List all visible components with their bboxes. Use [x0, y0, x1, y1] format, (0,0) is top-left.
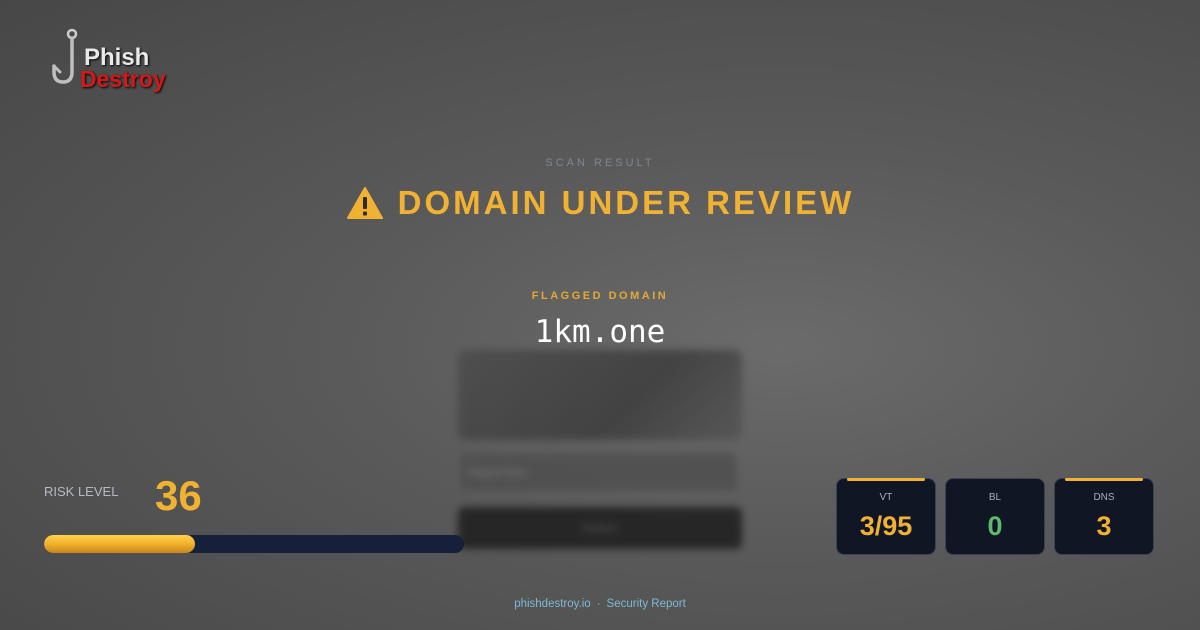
logo-word-destroy: Destroy: [80, 66, 166, 92]
stat-card-dns: DNS 3: [1054, 478, 1154, 555]
stat-card-accent: [847, 478, 925, 481]
preview-input: Report form: [458, 452, 738, 492]
scan-result-label: SCAN RESULT: [545, 157, 655, 169]
risk-level-label: RISK LEVEL: [44, 484, 119, 499]
warning-icon: [346, 187, 383, 219]
footer-separator: ·: [596, 598, 601, 610]
stat-value: 3: [1096, 511, 1112, 541]
footer: phishdestroy.io · Security Report: [0, 598, 1200, 610]
risk-level-value: 36: [155, 472, 202, 519]
stat-value: 0: [987, 511, 1003, 541]
stat-card-accent: [1065, 478, 1143, 481]
scan-headline: DOMAIN UNDER REVIEW: [0, 184, 1200, 222]
blurred-page-preview: Report form Button: [440, 340, 760, 570]
headline-text: DOMAIN UNDER REVIEW: [397, 184, 855, 221]
stat-card-vt: VT 3/95: [836, 478, 936, 555]
risk-level-bar-fill: [44, 535, 196, 553]
footer-report-link[interactable]: Security Report: [607, 598, 686, 610]
stat-name: DNS: [1093, 492, 1115, 503]
preview-button: Button: [458, 507, 742, 549]
preview-image: [458, 350, 742, 440]
stat-name: VT: [879, 492, 893, 503]
stats-panel: VT 3/95 BL 0 DNS 3: [836, 478, 1154, 555]
stat-name: BL: [988, 492, 1002, 503]
flagged-domain-label: FLAGGED DOMAIN: [531, 290, 669, 302]
footer-site-link[interactable]: phishdestroy.io: [514, 598, 591, 610]
phishdestroy-logo: Phish Destroy: [46, 26, 176, 98]
fishhook-icon: [52, 28, 78, 84]
stat-value: 3/95: [859, 511, 913, 541]
flagged-domain: 1km.one: [534, 314, 666, 350]
risk-level-bar: [44, 535, 464, 553]
stat-card-bl: BL 0: [945, 478, 1045, 555]
